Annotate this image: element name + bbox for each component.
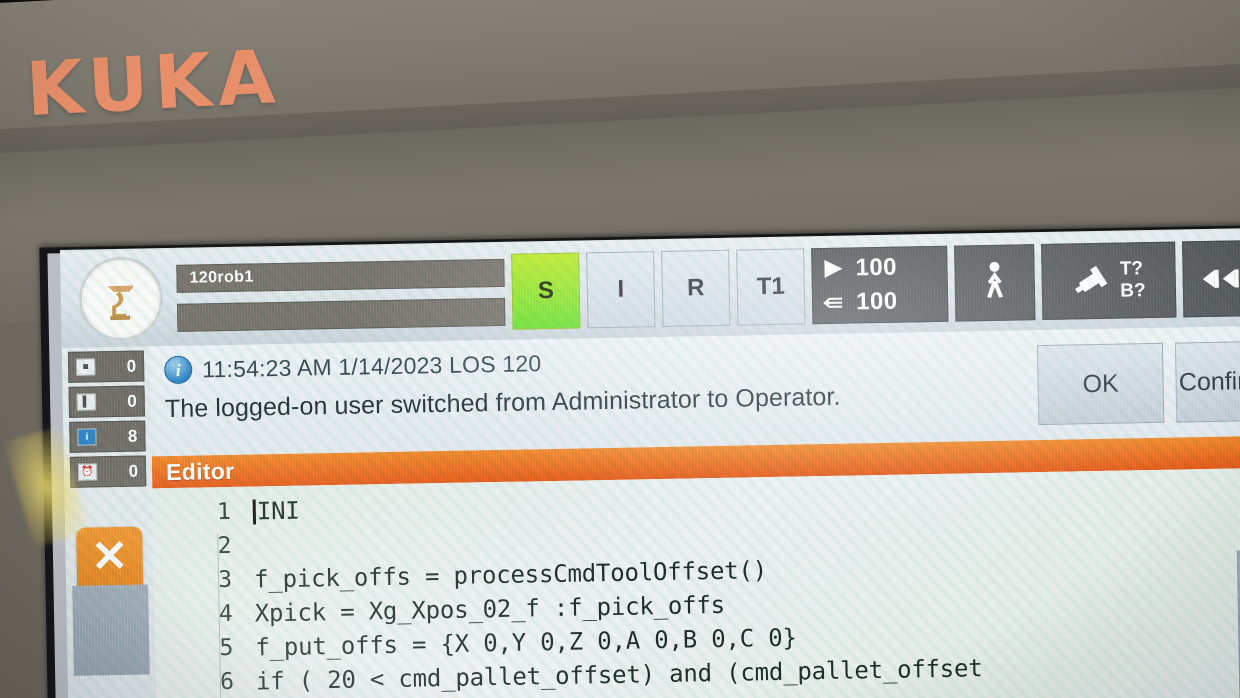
tool-base-button[interactable]: T? B? [1041, 241, 1177, 321]
notification-header: i 11:54:23 AM 1/14/2023 LOS 120 [163, 340, 1027, 385]
base-label: B? [1120, 280, 1146, 302]
confirm-all-button[interactable]: Confirm all [1174, 340, 1240, 423]
wait-message-icon: ⏰ [77, 463, 98, 481]
increment-jog-icon [1202, 269, 1239, 288]
photo-of-teach-pendant: KUKA 120rob1 S I R T1 100 100 T? B? ■ 0 … [0, 0, 1240, 698]
line-number: 6 [219, 668, 235, 696]
line-number: 4 [218, 600, 233, 628]
close-icon: ✕ [90, 531, 129, 582]
notification-message: The logged-on user switched from Adminis… [164, 382, 841, 424]
ok-button[interactable]: OK [1036, 342, 1165, 426]
tool-base-labels: T? B? [1120, 258, 1146, 302]
line-number: 3 [217, 566, 233, 594]
line-number: 2 [217, 532, 232, 560]
message-counter-wait-value: 0 [128, 461, 139, 481]
jog-override-value: 100 [855, 287, 898, 316]
line-number: 5 [219, 634, 234, 662]
program-override-value: 100 [855, 253, 898, 282]
line-content: INI [256, 496, 300, 526]
robot-arm-icon[interactable] [78, 256, 164, 342]
line-text: INI [252, 496, 300, 526]
ack-message-icon: ■ [75, 358, 96, 376]
jog-override-row: 100 [821, 284, 940, 320]
notification-text: i 11:54:23 AM 1/14/2023 LOS 120 The logg… [150, 330, 1029, 456]
message-counter-state[interactable]: ▌ 0 [68, 385, 146, 418]
hand-icon [823, 297, 843, 308]
tool-label: T? [1119, 258, 1144, 280]
notification-bar: i 11:54:23 AM 1/14/2023 LOS 120 The logg… [149, 325, 1240, 457]
info-icon: i [163, 355, 193, 385]
mode-button-r[interactable]: R [661, 249, 731, 327]
increment-jog-button[interactable] [1182, 239, 1240, 318]
submode-field[interactable] [176, 297, 506, 332]
mode-button-s[interactable]: S [511, 252, 581, 330]
mode-button-i[interactable]: I [586, 251, 656, 329]
info-message-icon: i [77, 428, 97, 446]
rail-scroll-panel[interactable] [72, 584, 150, 676]
robot-arm-icon-glyph [107, 285, 134, 321]
message-counter-state-value: 0 [127, 391, 137, 411]
robot-name-field[interactable]: 120rob1 [176, 258, 505, 293]
message-counter-ack-value: 0 [126, 356, 137, 376]
state-message-icon: ▌ [76, 393, 96, 411]
override-speed-panel[interactable]: 100 100 [811, 245, 949, 325]
notification-buttons: OK Confirm all [1027, 325, 1240, 440]
tool-base-icon [1075, 265, 1108, 294]
line-number: 1 [216, 498, 232, 526]
message-counter-info-value: 8 [127, 426, 138, 446]
jog-mode-button[interactable] [954, 244, 1036, 322]
line-content: Xpick = Xg_Xpos_02_f :f_pick_offs [254, 590, 726, 628]
message-counter-ack[interactable]: ■ 0 [67, 350, 145, 383]
editor-panel: Editor 1 INI 2 3 f_pick_offs = processCm… [151, 435, 1240, 698]
code-area[interactable]: 1 INI 2 3 f_pick_offs = processCmdToolOf… [152, 467, 1240, 698]
close-button[interactable]: ✕ [76, 526, 144, 594]
lcd-screen: 120rob1 S I R T1 100 100 T? B? ■ 0 ▌ 0 i… [60, 227, 1240, 698]
play-icon [824, 259, 843, 278]
mode-button-t1[interactable]: T1 [736, 248, 806, 326]
walking-person-icon [987, 261, 1004, 298]
message-counter-wait[interactable]: ⏰ 0 [69, 455, 147, 488]
program-override-row: 100 [820, 250, 939, 286]
message-counter-info[interactable]: i 8 [69, 420, 146, 453]
robot-name-fields: 120rob1 [176, 258, 506, 332]
notification-timestamp: 11:54:23 AM 1/14/2023 LOS 120 [201, 349, 542, 382]
text-caret [252, 499, 257, 525]
